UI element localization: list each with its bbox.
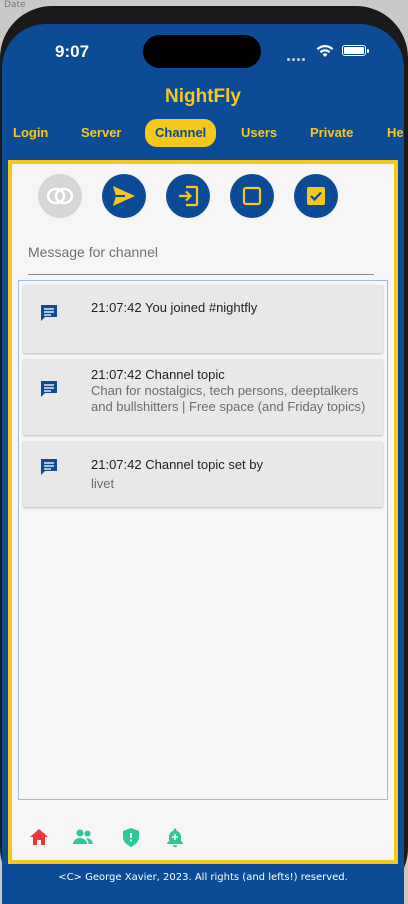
users-icon[interactable] — [72, 826, 94, 848]
footer-copyright: <C> George Xavier, 2023. All rights (and… — [58, 872, 348, 883]
checkbox-checked-icon — [307, 187, 325, 205]
device-label: Date — [4, 0, 26, 10]
tab-channel[interactable]: Channel — [145, 119, 217, 147]
message-icon — [41, 305, 57, 321]
toggle-visibility-button[interactable] — [38, 174, 82, 218]
message-title: 21:07:42 Channel topic — [91, 367, 225, 382]
message-icon — [41, 459, 57, 475]
status-time: 9:07 — [55, 42, 90, 61]
message-title: 21:07:42 Channel topic set by — [91, 457, 264, 472]
battery-icon — [342, 45, 369, 56]
bell-icon[interactable] — [164, 826, 186, 848]
send-button[interactable] — [102, 174, 146, 218]
channel-panel: 21:07:42 You joined #nightfly 21:07:42 C… — [8, 160, 398, 864]
app-title: NightFly — [165, 86, 241, 107]
send-icon — [113, 186, 135, 206]
cellular-signal-icon — [287, 48, 307, 66]
dynamic-island — [143, 35, 261, 68]
tab-private[interactable]: Private — [310, 119, 353, 147]
tab-users[interactable]: Users — [241, 119, 277, 147]
checkbox-unchecked-button[interactable] — [230, 174, 274, 218]
phone-frame: 9:07 NightFly Login Server Channel Users… — [0, 6, 408, 904]
app-screen: 9:07 NightFly Login Server Channel Users… — [2, 24, 404, 904]
tab-server[interactable]: Server — [81, 119, 121, 147]
tab-login[interactable]: Login — [13, 119, 48, 147]
join-icon — [179, 185, 199, 207]
channel-message-list[interactable]: 21:07:42 You joined #nightfly 21:07:42 C… — [18, 280, 388, 800]
channel-message-input[interactable] — [28, 230, 374, 275]
message-title: 21:07:42 You joined #nightfly — [91, 300, 258, 315]
shield-icon[interactable] — [120, 826, 142, 848]
message-body: Chan for nostalgics, tech persons, deept… — [91, 383, 366, 414]
message-icon — [41, 381, 57, 397]
checkbox-checked-button[interactable] — [294, 174, 338, 218]
list-item[interactable]: 21:07:42 Channel topic Chan for nostalgi… — [23, 359, 383, 435]
bottom-nav — [28, 826, 228, 856]
join-channel-button[interactable] — [166, 174, 210, 218]
tab-bar: Login Server Channel Users Private He — [2, 119, 404, 149]
list-item[interactable]: 21:07:42 Channel topic set by livet — [23, 441, 383, 507]
tab-help[interactable]: He — [387, 119, 404, 147]
eye-off-icon — [46, 187, 74, 205]
list-item[interactable]: 21:07:42 You joined #nightfly — [23, 285, 383, 353]
message-body: livet — [91, 476, 115, 491]
home-icon[interactable] — [28, 826, 50, 848]
status-bar: 9:07 — [2, 24, 404, 72]
checkbox-empty-icon — [242, 186, 262, 206]
wifi-icon — [316, 44, 334, 57]
